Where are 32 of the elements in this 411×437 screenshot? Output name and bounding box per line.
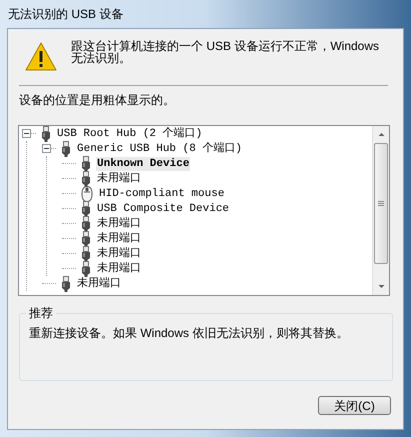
warning-icon <box>25 42 57 72</box>
usb-plug-icon <box>81 216 91 232</box>
group-title: 推荐 <box>26 305 56 321</box>
device-label[interactable]: 未用端口 <box>96 262 142 276</box>
close-button[interactable]: 关闭(C) <box>318 396 391 415</box>
usb-plug-icon <box>81 230 91 246</box>
error-message: 跟这台计算机连接的一个 USB 设备运行不正常，Windows 无法识别。 <box>71 40 380 64</box>
hint-text: 设备的位置是用粗体显示的。 <box>19 92 176 108</box>
device-label[interactable]: 未用端口 <box>96 172 142 186</box>
usb-plug-icon <box>81 200 91 216</box>
device-label[interactable]: Unknown Device <box>96 156 190 170</box>
collapse-toggle[interactable] <box>22 129 31 138</box>
window-title: 无法识别的 USB 设备 <box>8 6 124 23</box>
recommendation-text: 重新连接设备。如果 Windows 依旧无法识别，则将其替换。 <box>29 326 348 340</box>
scrollbar[interactable] <box>372 126 389 295</box>
usb-plug-icon <box>81 260 91 276</box>
collapse-toggle[interactable] <box>42 144 51 153</box>
device-label[interactable]: Generic USB Hub (8 个端口) <box>76 142 244 156</box>
usb-plug-icon <box>81 170 91 186</box>
device-label[interactable]: 未用端口 <box>96 216 142 230</box>
device-label[interactable]: 未用端口 <box>96 246 142 260</box>
device-label[interactable]: USB Root Hub (2 个端口) <box>56 126 204 140</box>
usb-plug-icon <box>61 140 71 156</box>
usb-plug-icon <box>61 276 71 292</box>
mouse-icon <box>81 186 93 202</box>
device-label[interactable]: 未用端口 <box>96 232 142 246</box>
device-label[interactable]: HID-compliant mouse <box>98 186 226 200</box>
usb-plug-icon <box>81 156 91 172</box>
device-label[interactable]: USB Composite Device <box>96 202 230 216</box>
usb-plug-icon <box>81 246 91 262</box>
device-label[interactable]: 未用端口 <box>76 276 122 290</box>
scroll-thumb[interactable] <box>374 143 388 264</box>
